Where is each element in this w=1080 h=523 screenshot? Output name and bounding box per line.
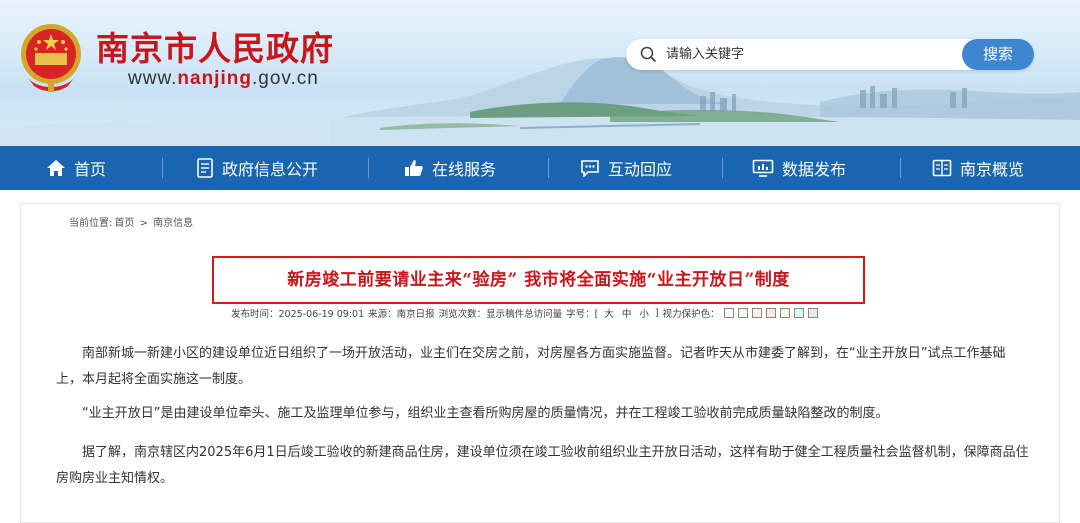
site-url[interactable]: www.nanjing.gov.cn [128,68,319,90]
nav-item-label: 首页 [74,160,107,179]
nav-item-label: 南京概览 [960,160,1025,179]
nav-item-interaction[interactable]: 互动回应 [580,146,672,190]
header-banner: 南京市人民政府 www.nanjing.gov.cn 搜索 [0,0,1080,146]
eye-care-swatch[interactable] [765,308,776,318]
eye-care-swatch[interactable] [751,308,762,318]
article-source: 来源：南京日报 [368,309,435,320]
publish-time: 发布时间：2025-06-19 09:01 [231,309,365,320]
search-icon [640,46,657,63]
site-url-suffix: .gov.cn [251,68,319,89]
nav-divider [162,158,163,178]
search-box: 搜索 [626,39,1034,70]
nav-item-online-service[interactable]: 在线服务 [404,146,496,190]
eye-care-swatch[interactable] [723,308,734,318]
nav-item-label: 政府信息公开 [222,160,319,179]
main-nav: 首页 政府信息公开 在线服务 互动回应 数据发布 南京概览 [0,146,1080,190]
national-emblem-logo [21,24,81,92]
nav-divider [900,158,901,178]
font-medium-button[interactable]: 中 [622,306,632,320]
monitor-chart-icon [752,159,774,177]
book-icon [932,159,952,177]
search-button[interactable]: 搜索 [962,39,1034,70]
article-paragraph: 南部新城一新建小区的建设单位近日组织了一场开放活动，业主们在交房之前，对房屋各方… [56,346,1006,387]
home-icon [47,160,65,176]
chat-icon [581,160,599,177]
article-paragraph: 据了解，南京辖区内2025年6月1日后竣工验收的新建商品住房，建设单位须在竣工验… [56,445,1029,486]
article-title: 新房竣工前要请业主来“验房” 我市将全面实施“业主开放日”制度 [287,270,790,290]
site-url-prefix: www. [128,68,178,89]
nav-item-data-release[interactable]: 数据发布 [752,146,846,190]
article-title-frame: 新房竣工前要请业主来“验房” 我市将全面实施“业主开放日”制度 [212,256,865,304]
eye-care-swatch[interactable] [779,308,790,318]
thumbs-up-icon [405,160,423,176]
eye-care-label: 视力保护色： [662,309,720,320]
nav-divider [722,158,723,178]
font-small-button[interactable]: 小 [639,306,649,320]
article-container: 当前位置: 首页 > 南京信息 新房竣工前要请业主来“验房” 我市将全面实施“业主… [20,203,1060,523]
site-url-brand: nanjing [177,68,252,89]
breadcrumb-home-link[interactable]: 首页 [114,218,134,229]
view-count: 浏览次数：显示稿件总访问量 [438,309,563,320]
nav-divider [368,158,369,178]
nav-divider [548,158,549,178]
eye-care-swatch[interactable] [807,308,818,318]
nav-item-label: 在线服务 [432,160,497,179]
font-size-label: 字号：[ [566,309,599,320]
article-meta: 发布时间：2025-06-19 09:01 来源：南京日报 浏览次数：显示稿件总… [231,306,822,320]
breadcrumb-separator: > [139,218,148,229]
document-icon [197,158,213,178]
nav-item-label: 数据发布 [782,160,847,179]
font-size-close: ] [654,307,659,319]
nav-item-home[interactable]: 首页 [46,146,106,190]
nav-item-nanjing-overview[interactable]: 南京概览 [932,146,1024,190]
search-input[interactable] [666,39,966,70]
article-paragraph: “业主开放日”是由建设单位牵头、施工及监理单位参与，组织业主查看所购房屋的质量情… [82,406,889,421]
eye-care-swatch[interactable] [793,308,804,318]
nav-item-gov-info[interactable]: 政府信息公开 [196,146,318,190]
eye-care-swatch[interactable] [737,308,748,318]
site-title: 南京市人民政府 [96,29,334,68]
font-large-button[interactable]: 大 [604,306,614,320]
nav-item-label: 互动回应 [608,160,673,179]
breadcrumb-current-link[interactable]: 南京信息 [153,218,193,229]
breadcrumb-prefix: 当前位置: [69,218,113,229]
breadcrumb: 当前位置: 首页 > 南京信息 [69,214,195,229]
